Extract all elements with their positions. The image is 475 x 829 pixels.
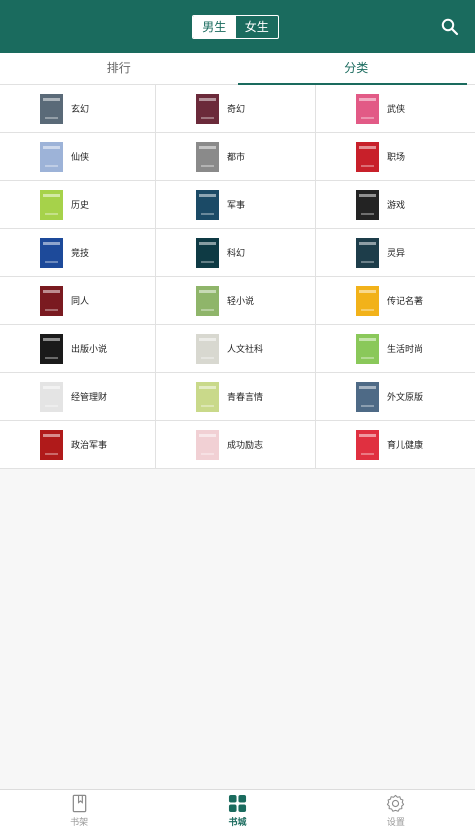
category-label: 玄幻 — [71, 105, 90, 115]
category-item[interactable]: 传记名著 — [316, 277, 475, 325]
category-label: 都市 — [227, 153, 246, 163]
gear-icon — [387, 794, 405, 812]
category-item[interactable]: 玄幻 — [0, 85, 156, 133]
nav-bookstore[interactable]: 书城 — [158, 790, 316, 829]
category-label: 奇幻 — [227, 105, 246, 115]
tab-category[interactable]: 分类 — [237, 53, 475, 85]
category-label: 外文原版 — [387, 393, 424, 403]
category-label: 灵异 — [387, 249, 406, 259]
category-cover-image — [196, 429, 219, 460]
book-icon — [72, 794, 86, 813]
category-item[interactable]: 仙侠 — [0, 133, 156, 181]
category-cover-image — [196, 93, 219, 124]
category-item[interactable]: 武侠 — [316, 85, 475, 133]
category-label: 政治军事 — [71, 441, 108, 451]
category-cover-image — [356, 381, 379, 412]
category-item[interactable]: 轻小说 — [156, 277, 316, 325]
category-cover-image — [40, 429, 63, 460]
nav-settings-label: 设置 — [386, 818, 405, 828]
category-item[interactable]: 外文原版 — [316, 373, 475, 421]
category-cover-image — [40, 285, 63, 316]
category-cover-image — [356, 93, 379, 124]
nav-settings[interactable]: 设置 — [317, 790, 475, 829]
category-label: 育儿健康 — [387, 441, 424, 451]
category-cover-image — [196, 333, 219, 364]
category-label: 竞技 — [71, 249, 90, 259]
category-cover-image — [40, 93, 63, 124]
category-cover-image — [40, 141, 63, 172]
category-label: 青春言情 — [227, 393, 264, 403]
category-label: 同人 — [71, 297, 90, 307]
category-cover-image — [196, 189, 219, 220]
search-icon[interactable] — [440, 17, 460, 37]
category-cover-image — [356, 141, 379, 172]
category-item[interactable]: 职场 — [316, 133, 475, 181]
category-label: 游戏 — [387, 201, 406, 211]
nav-bookshelf[interactable]: 书架 — [0, 790, 158, 829]
category-cover-image — [196, 237, 219, 268]
category-label: 科幻 — [227, 249, 246, 259]
category-label: 仙侠 — [71, 153, 90, 163]
tab-ranking[interactable]: 排行 — [0, 53, 238, 84]
category-cover-image — [356, 189, 379, 220]
category-cover-image — [196, 141, 219, 172]
category-label: 生活时尚 — [387, 345, 424, 355]
category-label: 历史 — [71, 201, 90, 211]
category-label: 经管理财 — [71, 393, 108, 403]
bottom-nav: 书架 书城 设置 — [0, 789, 475, 829]
category-item[interactable]: 人文社科 — [156, 325, 316, 373]
category-item[interactable]: 军事 — [156, 181, 316, 229]
category-item[interactable]: 都市 — [156, 133, 316, 181]
gender-option-male[interactable]: 男生 — [193, 16, 236, 38]
category-label: 人文社科 — [227, 345, 264, 355]
category-item[interactable]: 生活时尚 — [316, 325, 475, 373]
grid-icon — [228, 794, 247, 813]
category-label: 武侠 — [387, 105, 406, 115]
category-label: 职场 — [387, 153, 406, 163]
category-item[interactable]: 奇幻 — [156, 85, 316, 133]
category-label: 轻小说 — [227, 297, 255, 307]
category-label: 成功励志 — [227, 441, 264, 451]
category-cover-image — [40, 189, 63, 220]
category-cover-image — [356, 285, 379, 316]
category-item[interactable]: 历史 — [0, 181, 156, 229]
category-cover-image — [356, 237, 379, 268]
gender-option-female[interactable]: 女生 — [236, 16, 279, 38]
category-label: 军事 — [227, 201, 246, 211]
gender-toggle: 男生 女生 — [192, 15, 279, 39]
category-item[interactable]: 科幻 — [156, 229, 316, 277]
category-cover-image — [40, 333, 63, 364]
category-item[interactable]: 政治军事 — [0, 421, 156, 469]
category-item[interactable]: 竞技 — [0, 229, 156, 277]
nav-bookshelf-label: 书架 — [70, 818, 89, 828]
category-item[interactable]: 育儿健康 — [316, 421, 475, 469]
nav-bookstore-label: 书城 — [228, 818, 247, 828]
category-grid: 玄幻 奇幻 武侠仙侠 都市 职场历史 军事 游戏竞技 科幻 灵异同人 轻小说 传记名著出版小说 人文社… — [0, 85, 475, 469]
category-item[interactable]: 同人 — [0, 277, 156, 325]
app-header: 男生 女生 — [0, 0, 475, 53]
category-cover-image — [356, 333, 379, 364]
category-cover-image — [356, 429, 379, 460]
category-cover-image — [196, 381, 219, 412]
category-item[interactable]: 出版小说 — [0, 325, 156, 373]
category-item[interactable]: 灵异 — [316, 229, 475, 277]
category-label: 出版小说 — [71, 345, 108, 355]
top-tabs: 排行 分类 — [0, 53, 475, 85]
category-cover-image — [40, 237, 63, 268]
category-label: 传记名著 — [387, 297, 424, 307]
category-item[interactable]: 经管理财 — [0, 373, 156, 421]
category-cover-image — [40, 381, 63, 412]
category-item[interactable]: 成功励志 — [156, 421, 316, 469]
category-item[interactable]: 青春言情 — [156, 373, 316, 421]
category-item[interactable]: 游戏 — [316, 181, 475, 229]
category-cover-image — [196, 285, 219, 316]
